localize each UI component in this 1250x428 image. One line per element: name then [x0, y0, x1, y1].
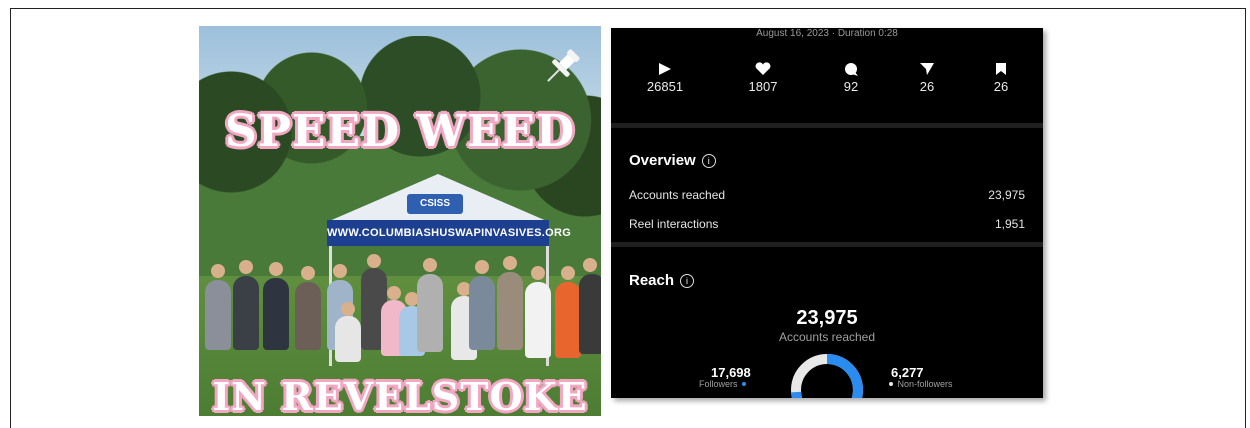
comments-stat: 92: [821, 62, 881, 94]
reach-donut-chart: [791, 354, 863, 398]
section-divider: [611, 242, 1043, 247]
reach-total-label: Accounts reached: [778, 330, 876, 344]
plays-stat: 26851: [635, 62, 695, 94]
play-icon: [659, 63, 671, 75]
info-icon[interactable]: i: [680, 274, 695, 288]
nonfollowers-label: Non-followers: [897, 379, 953, 389]
share-icon: [920, 63, 934, 75]
bookmark-icon: [996, 63, 1006, 75]
pin-icon: [547, 49, 580, 82]
group-of-people: [199, 254, 601, 374]
heart-icon: [755, 62, 771, 75]
saves-stat: 26: [971, 62, 1031, 94]
followers-legend: Followers: [699, 379, 747, 389]
followers-label: Followers: [699, 379, 738, 389]
reel-interactions-label: Reel interactions: [629, 217, 719, 231]
reach-total: 23,975: [796, 307, 858, 329]
reel-interactions-value: 1,951: [994, 217, 1025, 231]
reach-heading[interactable]: Reach i: [629, 272, 695, 289]
nonfollowers-dot: [889, 382, 893, 386]
accounts-reached-value: 23,975: [988, 188, 1025, 202]
reach-title: Reach: [629, 272, 675, 289]
section-divider: [611, 123, 1043, 128]
event-photo: CSISS WWW.COLUMBIASHUSWAPINVASIVES.ORG S…: [199, 26, 601, 416]
likes-stat: 1807: [733, 62, 793, 94]
likes-count: 1807: [748, 79, 778, 94]
nonfollowers-legend: Non-followers: [889, 379, 953, 389]
info-icon[interactable]: i: [701, 154, 716, 168]
followers-value: 17,698: [711, 365, 751, 380]
nonfollowers-value: 6,277: [891, 365, 924, 380]
followers-dot: [742, 382, 747, 386]
comment-icon: [845, 63, 858, 76]
overview-title: Overview: [629, 152, 696, 169]
shares-stat: 26: [897, 62, 957, 94]
tent-logo: CSISS: [407, 194, 463, 214]
photo-title-bottom: IN REVELSTOKE: [212, 374, 588, 416]
overview-heading[interactable]: Overview i: [629, 152, 716, 169]
plays-count: 26851: [646, 79, 684, 94]
comments-count: 92: [843, 79, 859, 94]
accounts-reached-label: Accounts reached: [629, 188, 726, 202]
shares-count: 26: [919, 79, 935, 94]
reel-insights-panel: August 16, 2023 · Duration 0:28 26851 18…: [611, 28, 1043, 398]
tent-banner: WWW.COLUMBIASHUSWAPINVASIVES.ORG: [327, 220, 571, 246]
photo-title-top: SPEED WEED: [224, 106, 576, 157]
saves-count: 26: [993, 79, 1009, 94]
post-date-duration: August 16, 2023 · Duration 0:28: [756, 28, 898, 39]
